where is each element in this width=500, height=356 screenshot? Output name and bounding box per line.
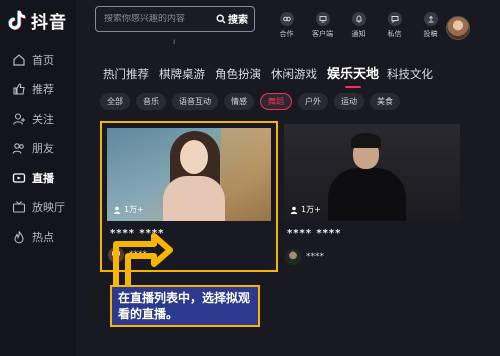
search-box: 搜索 — [95, 6, 255, 32]
stream-thumbnail[interactable]: 1万+ — [284, 124, 460, 221]
tag-dance[interactable]: 舞蹈 — [260, 93, 292, 110]
streamer-name: **** — [306, 252, 324, 262]
thumbs-up-icon — [12, 82, 26, 96]
instruction-callout: 在直播列表中，选择拟观看的直播。 — [110, 285, 260, 327]
upload-icon — [423, 12, 438, 26]
sidebar-item-label: 关注 — [32, 112, 54, 126]
tab-tech-culture[interactable]: 科技文化 — [387, 66, 433, 82]
tool-label: 合作 — [279, 30, 294, 38]
add-user-icon — [12, 112, 26, 126]
tag-sports[interactable]: 运动 — [334, 93, 364, 110]
tool-label: 私信 — [387, 30, 402, 38]
upload-button[interactable]: 投稿 — [417, 12, 444, 39]
tag-emotion[interactable]: 情感 — [224, 93, 254, 110]
viewer-count: 1万+ — [290, 204, 321, 215]
tag-filter-bar: 全部 音乐 语音互动 情感 舞蹈 户外 运动 美食 — [100, 93, 406, 110]
tool-label: 客户端 — [312, 30, 333, 38]
stream-title: **** **** — [287, 228, 342, 239]
search-button[interactable]: 搜索 — [216, 11, 248, 26]
streamer-figure-face — [180, 140, 208, 174]
user-icon — [113, 206, 121, 214]
tag-music[interactable]: 音乐 — [136, 93, 166, 110]
sidebar-item-screening-hall[interactable]: 放映厅 — [0, 193, 76, 223]
sidebar-item-label: 推荐 — [32, 83, 54, 97]
client-button[interactable]: 客户端 — [309, 12, 336, 39]
streamer-figure-body — [163, 176, 225, 221]
sidebar-item-label: 朋友 — [32, 142, 54, 156]
tag-voice-interaction[interactable]: 语音互动 — [172, 93, 218, 110]
message-icon — [387, 12, 402, 26]
tv-icon — [12, 200, 26, 214]
tag-outdoor[interactable]: 户外 — [298, 93, 328, 110]
pointer-arrow-icon — [113, 233, 173, 291]
tab-board-games[interactable]: 棋牌桌游 — [159, 66, 205, 82]
viewer-count: 1万+ — [113, 204, 144, 215]
douyin-logo-icon — [8, 10, 26, 30]
douyin-logo[interactable]: 抖音 — [8, 8, 67, 33]
sidebar-item-friends[interactable]: 朋友 — [0, 134, 76, 164]
live-stream-card[interactable]: 1万+ **** **** **** — [284, 121, 460, 272]
friends-icon — [12, 141, 26, 155]
header-tools: 合作 客户端 通知 私信 投稿 — [273, 12, 453, 39]
search-icon — [216, 13, 226, 23]
main-content: 搜索 ı 合作 客户端 通知 私信 投稿 热门推荐 棋牌桌游 角色扮演 休闲游戏 — [76, 0, 500, 356]
background-decoration — [221, 128, 271, 221]
tag-all[interactable]: 全部 — [100, 93, 130, 110]
cooperate-icon — [279, 12, 294, 26]
tool-label: 通知 — [351, 30, 366, 38]
message-button[interactable]: 私信 — [381, 12, 408, 39]
notification-button[interactable]: 通知 — [345, 12, 372, 39]
user-icon — [290, 206, 298, 214]
client-icon — [315, 12, 330, 26]
flame-icon — [12, 230, 26, 244]
category-tabs: 热门推荐 棋牌桌游 角色扮演 休闲游戏 娱乐天地 科技文化 — [103, 63, 443, 82]
tab-role-play[interactable]: 角色扮演 — [215, 66, 261, 82]
tab-hot-recommend[interactable]: 热门推荐 — [103, 66, 149, 82]
tool-label: 投稿 — [423, 30, 438, 38]
search-button-label: 搜索 — [228, 15, 248, 26]
tab-casual-games[interactable]: 休闲游戏 — [271, 66, 317, 82]
text-cursor-icon: ı — [173, 37, 176, 46]
streamer-avatar — [285, 249, 301, 265]
streamer-figure-hair — [351, 133, 381, 148]
sidebar-item-label: 热点 — [32, 230, 54, 244]
streamer-info[interactable]: **** — [285, 249, 324, 265]
cooperate-button[interactable]: 合作 — [273, 12, 300, 39]
logo-text: 抖音 — [31, 12, 67, 33]
search-input[interactable] — [104, 14, 196, 24]
sidebar-item-label: 直播 — [32, 171, 54, 185]
tag-food[interactable]: 美食 — [370, 93, 400, 110]
sidebar-item-label: 首页 — [32, 53, 54, 67]
home-icon — [12, 53, 26, 67]
sidebar-item-live[interactable]: 直播 — [0, 163, 76, 193]
sidebar: 抖音 首页 推荐 关注 朋友 直播 放映厅 热点 — [0, 0, 77, 356]
sidebar-nav: 首页 推荐 关注 朋友 直播 放映厅 热点 — [0, 45, 76, 252]
tab-entertainment[interactable]: 娱乐天地 — [327, 63, 379, 82]
live-icon — [12, 171, 26, 185]
sidebar-item-recommend[interactable]: 推荐 — [0, 75, 76, 105]
sidebar-item-hot[interactable]: 热点 — [0, 222, 76, 252]
sidebar-item-home[interactable]: 首页 — [0, 45, 76, 75]
streamer-figure-body — [328, 168, 406, 221]
stream-thumbnail[interactable]: 1万+ — [107, 128, 271, 221]
sidebar-item-follow[interactable]: 关注 — [0, 104, 76, 134]
user-avatar[interactable] — [446, 16, 470, 40]
viewer-count-text: 1万+ — [124, 205, 144, 214]
bell-icon — [351, 12, 366, 26]
callout-text: 在直播列表中，选择拟观看的直播。 — [118, 291, 251, 321]
viewer-count-text: 1万+ — [301, 205, 321, 214]
sidebar-item-label: 放映厅 — [32, 201, 65, 215]
